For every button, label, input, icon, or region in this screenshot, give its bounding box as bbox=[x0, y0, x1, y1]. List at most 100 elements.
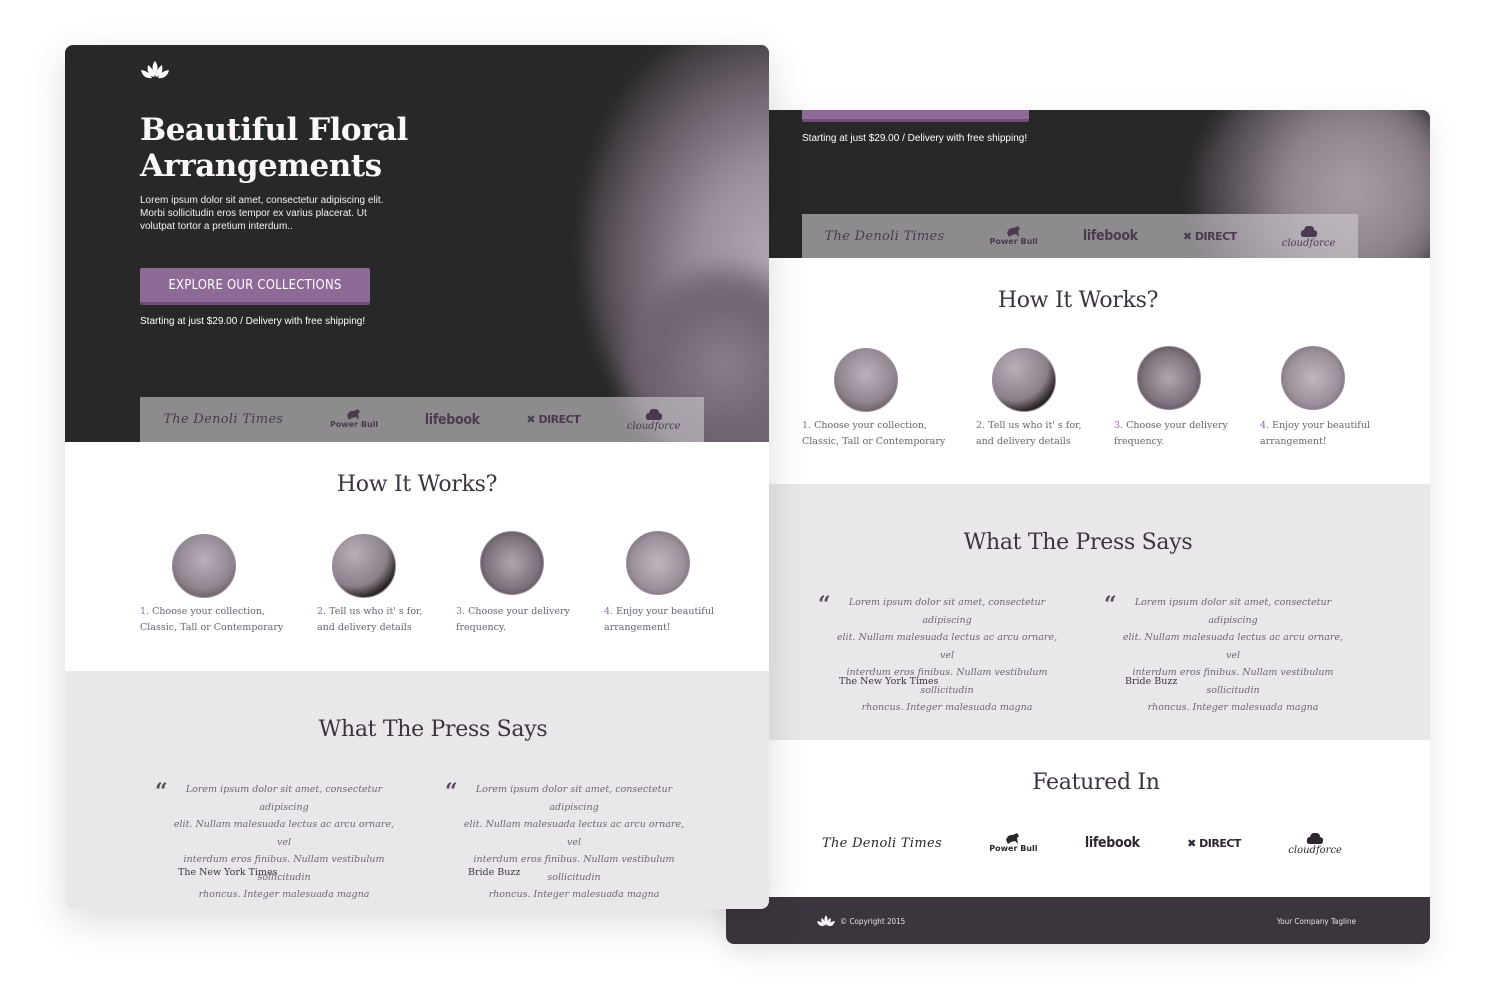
step-number: 1. bbox=[140, 606, 150, 617]
quote-source: Bride Buzz bbox=[1125, 676, 1178, 687]
explore-collections-button[interactable] bbox=[802, 110, 1029, 122]
cloud-icon bbox=[1300, 225, 1317, 237]
press-section: What The Press Says “ Lorem ipsum dolor … bbox=[65, 671, 769, 909]
step-text: 3. Choose your delivery frequency. bbox=[456, 604, 570, 636]
how-it-works-section: How It Works? 1. Choose your collection,… bbox=[726, 258, 1430, 484]
press-title: What The Press Says bbox=[963, 530, 1193, 555]
hero-title: Beautiful Floral Arrangements bbox=[140, 112, 408, 184]
step-line: Choose your collection, bbox=[811, 420, 927, 431]
page-preview-scrolled: Starting at just $29.00 / Delivery with … bbox=[726, 110, 1430, 944]
explore-collections-button[interactable]: EXPLORE OUR COLLECTIONS bbox=[140, 268, 370, 305]
brand-label: Bull bbox=[1020, 236, 1038, 246]
step-number: 4. bbox=[604, 606, 614, 617]
brand-label: force bbox=[1315, 844, 1342, 856]
hero-section-partial: Starting at just $29.00 / Delivery with … bbox=[726, 110, 1430, 258]
hero-description-line: volutpat tortor a pretium interdum.. bbox=[140, 221, 293, 232]
page-preview-top: Beautiful Floral Arrangements Lorem ipsu… bbox=[65, 45, 769, 909]
brand-power-bull: Power Bull bbox=[989, 225, 1038, 246]
x-icon: ✖ bbox=[526, 413, 539, 426]
brand-lifebook: lifebook bbox=[1083, 228, 1138, 244]
brand-label: DIRECT bbox=[1199, 836, 1241, 850]
brand-label: cloud bbox=[1281, 237, 1310, 249]
brand-label: DIRECT bbox=[538, 413, 581, 426]
quote-icon: “ bbox=[155, 779, 168, 805]
brand-denoli-times: The Denoli Times bbox=[163, 412, 283, 427]
brand-label: Bull bbox=[360, 420, 379, 429]
hero-description: Lorem ipsum dolor sit amet, consectetur … bbox=[140, 194, 383, 233]
bull-icon bbox=[1006, 225, 1020, 237]
hero-section: Beautiful Floral Arrangements Lorem ipsu… bbox=[65, 45, 769, 442]
step-number: 2. bbox=[976, 420, 986, 431]
cloud-icon bbox=[645, 408, 662, 420]
step-image bbox=[1137, 346, 1201, 410]
hero-description-line: Morbi sollicitudin eros tempor ex varius… bbox=[140, 208, 367, 219]
brand-lifebook: lifebook bbox=[1085, 835, 1140, 851]
footer: © Copyright 2015 Your Company Tagline bbox=[726, 897, 1430, 944]
brand-label: The Denoli Times bbox=[824, 228, 945, 244]
quote-line: rhoncus. Integer malesuada magna bbox=[488, 889, 660, 900]
brand-label: Power bbox=[989, 843, 1018, 853]
quote-icon: “ bbox=[445, 779, 458, 805]
brand-label: The Denoli Times bbox=[822, 835, 942, 851]
brand-label: force bbox=[1309, 237, 1336, 249]
brand-cloudforce: cloud force bbox=[1288, 831, 1342, 856]
brand-label: lifebook bbox=[1084, 835, 1140, 851]
quote-line: Lorem ipsum dolor sit amet, consectetur … bbox=[1134, 597, 1332, 626]
step-line: arrangement! bbox=[1260, 436, 1327, 447]
step-line: arrangement! bbox=[604, 622, 671, 633]
step-line: and delivery details bbox=[317, 622, 412, 633]
quote-source: The New York Times bbox=[178, 867, 278, 878]
brand-label: Power bbox=[989, 236, 1018, 246]
quote-line: Lorem ipsum dolor sit amet, consectetur … bbox=[185, 784, 383, 813]
quote-text: Lorem ipsum dolor sit amet, consectetur … bbox=[832, 594, 1062, 717]
step-line: Enjoy your beautiful bbox=[1269, 420, 1370, 431]
hero-shipping-note: Starting at just $29.00 / Delivery with … bbox=[802, 133, 1028, 144]
bull-icon bbox=[1006, 832, 1020, 844]
hero-title-line: Arrangements bbox=[140, 148, 382, 184]
how-it-works-section: How It Works? 1. Choose your collection,… bbox=[65, 442, 769, 671]
x-icon: ✖ bbox=[1182, 229, 1195, 243]
step-text: 1. Choose your collection, Classic, Tall … bbox=[802, 418, 945, 450]
lotus-logo-icon[interactable] bbox=[140, 59, 170, 81]
step-image bbox=[992, 348, 1056, 412]
step-number: 3. bbox=[456, 606, 466, 617]
step-line: Tell us who it' s for, bbox=[985, 420, 1082, 431]
hero-logo-strip: The Denoli Times Power Bull lifebook ✖ D… bbox=[140, 397, 704, 442]
press-title: What The Press Says bbox=[318, 717, 548, 742]
quote-line: Lorem ipsum dolor sit amet, consectetur … bbox=[848, 597, 1046, 626]
press-section: What The Press Says “ Lorem ipsum dolor … bbox=[726, 484, 1430, 740]
featured-logos: The Denoli Times Power Bull lifebook ✖ D… bbox=[822, 830, 1342, 856]
step-line: Enjoy your beautiful bbox=[613, 606, 714, 617]
step-number: 1. bbox=[802, 420, 812, 431]
footer-tagline: Your Company Tagline bbox=[1276, 917, 1356, 926]
step-image bbox=[1281, 346, 1345, 410]
step-text: 4. Enjoy your beautiful arrangement! bbox=[1260, 418, 1370, 450]
step-number: 4. bbox=[1260, 420, 1270, 431]
step-text: 2. Tell us who it' s for, and delivery de… bbox=[976, 418, 1082, 450]
quote-source: Bride Buzz bbox=[468, 867, 521, 878]
quote-line: rhoncus. Integer malesuada magna bbox=[1147, 702, 1319, 713]
step-line: Choose your delivery bbox=[1123, 420, 1228, 431]
x-icon: ✖ bbox=[1187, 836, 1200, 850]
brand-label: lifebook bbox=[424, 411, 480, 428]
cloud-icon bbox=[1306, 832, 1324, 844]
step-text: 4. Enjoy your beautiful arrangement! bbox=[604, 604, 714, 636]
step-line: Classic, Tall or Contemporary bbox=[140, 622, 284, 633]
brand-label: lifebook bbox=[1082, 228, 1138, 244]
step-text: 2. Tell us who it' s for, and delivery de… bbox=[317, 604, 423, 636]
step-image bbox=[172, 534, 236, 598]
step-number: 3. bbox=[1114, 420, 1124, 431]
step-line: frequency. bbox=[456, 622, 507, 633]
hero-shipping-note: Starting at just $29.00 / Delivery with … bbox=[140, 316, 366, 327]
brand-direct: ✖ DIRECT bbox=[526, 413, 580, 426]
step-line: Choose your collection, bbox=[149, 606, 265, 617]
brand-power-bull: Power Bull bbox=[330, 409, 379, 429]
how-it-works-title: How It Works? bbox=[336, 472, 498, 497]
quote-text: Lorem ipsum dolor sit amet, consectetur … bbox=[1118, 594, 1348, 717]
hero-logo-strip: The Denoli Times Power Bull lifebook ✖ D… bbox=[802, 214, 1358, 258]
brand-cloudforce: cloud force bbox=[1281, 224, 1336, 249]
quote-line: elit. Nullam malesuada lectus ac arcu or… bbox=[463, 819, 685, 848]
step-image bbox=[626, 531, 690, 595]
brand-label: cloud bbox=[626, 421, 655, 432]
brand-lifebook: lifebook bbox=[425, 412, 480, 428]
